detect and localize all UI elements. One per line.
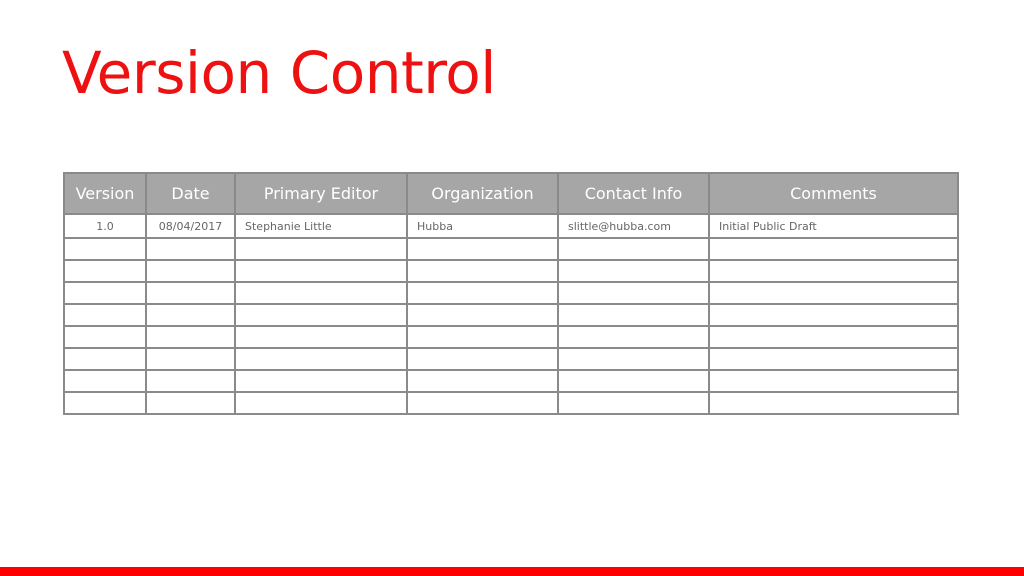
header-date: Date (145, 172, 236, 215)
cell-primary-editor (234, 369, 408, 393)
cell-comments (708, 237, 959, 261)
cell-organization (406, 325, 559, 349)
cell-comments (708, 325, 959, 349)
cell-contact-info (557, 369, 710, 393)
cell-contact-info (557, 347, 710, 371)
header-contact-info: Contact Info (557, 172, 710, 215)
cell-date (145, 281, 236, 305)
header-comments: Comments (708, 172, 959, 215)
table-row (63, 259, 959, 283)
cell-comments (708, 391, 959, 415)
cell-comments (708, 369, 959, 393)
cell-primary-editor (234, 281, 408, 305)
cell-organization (406, 303, 559, 327)
cell-date (145, 237, 236, 261)
cell-primary-editor (234, 237, 408, 261)
table-row (63, 325, 959, 349)
cell-version (63, 259, 147, 283)
cell-organization (406, 369, 559, 393)
header-primary-editor: Primary Editor (234, 172, 408, 215)
cell-version: 1.0 (63, 213, 147, 239)
cell-primary-editor (234, 391, 408, 415)
cell-contact-info (557, 259, 710, 283)
cell-date (145, 347, 236, 371)
cell-organization (406, 259, 559, 283)
table-row (63, 237, 959, 261)
cell-organization (406, 237, 559, 261)
cell-organization: Hubba (406, 213, 559, 239)
cell-version (63, 303, 147, 327)
cell-primary-editor (234, 259, 408, 283)
cell-primary-editor (234, 325, 408, 349)
cell-version (63, 347, 147, 371)
cell-contact-info (557, 303, 710, 327)
cell-contact-info (557, 281, 710, 305)
table-row (63, 347, 959, 371)
cell-version (63, 325, 147, 349)
header-version: Version (63, 172, 147, 215)
cell-contact-info (557, 391, 710, 415)
page-title: Version Control (62, 39, 496, 107)
table-row (63, 391, 959, 415)
cell-organization (406, 347, 559, 371)
cell-version (63, 391, 147, 415)
table-row (63, 369, 959, 393)
bottom-accent-bar (0, 567, 1024, 576)
cell-primary-editor: Stephanie Little (234, 213, 408, 239)
cell-comments (708, 347, 959, 371)
table-row (63, 303, 959, 327)
table-row: 1.0 08/04/2017 Stephanie Little Hubba slittl… (63, 213, 959, 239)
cell-date (145, 259, 236, 283)
cell-version (63, 237, 147, 261)
table-header-row: Version Date Primary Editor Organization… (63, 172, 959, 215)
cell-primary-editor (234, 303, 408, 327)
table-row (63, 281, 959, 305)
cell-version (63, 369, 147, 393)
cell-primary-editor (234, 347, 408, 371)
cell-version (63, 281, 147, 305)
cell-comments (708, 281, 959, 305)
cell-date (145, 391, 236, 415)
cell-organization (406, 281, 559, 305)
version-control-table: Version Date Primary Editor Organization… (63, 172, 959, 415)
cell-date (145, 369, 236, 393)
header-organization: Organization (406, 172, 559, 215)
cell-date (145, 303, 236, 327)
cell-contact-info (557, 237, 710, 261)
cell-contact-info: slittle@hubba.com (557, 213, 710, 239)
cell-organization (406, 391, 559, 415)
cell-date (145, 325, 236, 349)
cell-comments: Initial Public Draft (708, 213, 959, 239)
cell-contact-info (557, 325, 710, 349)
cell-comments (708, 259, 959, 283)
cell-date: 08/04/2017 (145, 213, 236, 239)
cell-comments (708, 303, 959, 327)
